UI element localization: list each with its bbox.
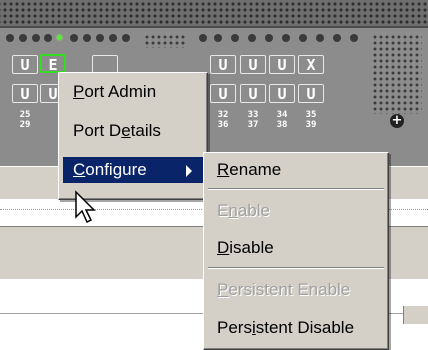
scroll-tab[interactable]: [403, 306, 428, 324]
port-number: 34: [276, 110, 288, 120]
menu-item-disable[interactable]: Disable: [208, 235, 384, 261]
port-bottom-4[interactable]: U: [240, 84, 266, 103]
port-led: [44, 34, 52, 42]
menu-item-persistent-disable[interactable]: Persistent Disable: [208, 315, 384, 341]
port-led: [122, 34, 130, 42]
port-led: [350, 34, 358, 42]
port-bottom-6[interactable]: U: [298, 84, 324, 103]
port-top-7[interactable]: X: [298, 55, 324, 74]
menu-item-label: Configure: [73, 160, 147, 179]
port-led: [199, 34, 207, 42]
port-led-active: [57, 35, 62, 40]
port-bottom-3[interactable]: U: [210, 84, 236, 103]
port-led: [109, 34, 117, 42]
menu-item-label: Persistent Enable: [217, 280, 351, 299]
port-led: [6, 34, 14, 42]
menu-item-label: Port Details: [73, 121, 161, 140]
menu-separator: [208, 188, 384, 190]
vent-grille: [144, 34, 186, 48]
port-number: 25: [19, 110, 31, 120]
menu-item-label: Enable: [217, 201, 270, 220]
port-number: 38: [276, 120, 288, 130]
menu-item-port-details[interactable]: Port Details: [63, 118, 203, 144]
mouse-pointer-icon: [75, 190, 96, 224]
port-led: [265, 34, 273, 42]
port-led: [19, 34, 27, 42]
port-number: 35: [305, 110, 317, 120]
port-led: [333, 34, 341, 42]
menu-separator: [208, 267, 384, 269]
port-top-4[interactable]: U: [210, 55, 236, 74]
port-top-1[interactable]: U: [12, 55, 38, 74]
plus-circle-icon[interactable]: +: [390, 114, 404, 128]
port-top-5[interactable]: U: [240, 55, 266, 74]
port-number: 33: [247, 110, 259, 120]
port-bottom-5[interactable]: U: [269, 84, 295, 103]
port-number: 32: [217, 110, 229, 120]
port-led: [96, 34, 104, 42]
faceplate-top-rail: [0, 0, 428, 28]
port-led: [282, 34, 290, 42]
menu-item-persistent-enable: Persistent Enable: [208, 277, 384, 303]
port-number: 39: [305, 120, 317, 130]
port-bottom-1[interactable]: U: [12, 84, 38, 103]
menu-item-label: Port Admin: [73, 82, 157, 101]
port-led: [70, 34, 78, 42]
vent-grille: [372, 34, 422, 114]
port-number: 37: [247, 120, 259, 130]
port-led: [248, 34, 256, 42]
port-led: [32, 34, 40, 42]
menu-item-label: Disable: [217, 238, 274, 257]
menu-item-rename[interactable]: Rename: [208, 157, 384, 183]
port-led: [231, 34, 239, 42]
menu-item-configure[interactable]: Configure: [63, 157, 203, 183]
menu-item-port-admin[interactable]: Port Admin: [63, 79, 203, 105]
port-top-2-selected[interactable]: E: [40, 54, 66, 74]
port-led: [214, 34, 222, 42]
menu-item-label: Rename: [217, 160, 282, 179]
menu-item-enable: Enable: [208, 198, 384, 224]
port-led: [299, 34, 307, 42]
port-context-menu: Port Admin Port Details Configure: [58, 72, 208, 200]
triangle-right-icon: [186, 165, 192, 177]
configure-submenu: Rename Enable Disable Persistent Enable …: [203, 152, 389, 350]
port-led: [316, 34, 324, 42]
port-led: [83, 34, 91, 42]
port-number: 36: [217, 120, 229, 130]
port-top-6[interactable]: U: [269, 55, 295, 74]
port-number: 29: [19, 120, 31, 130]
menu-item-label: Persistent Disable: [217, 318, 355, 337]
